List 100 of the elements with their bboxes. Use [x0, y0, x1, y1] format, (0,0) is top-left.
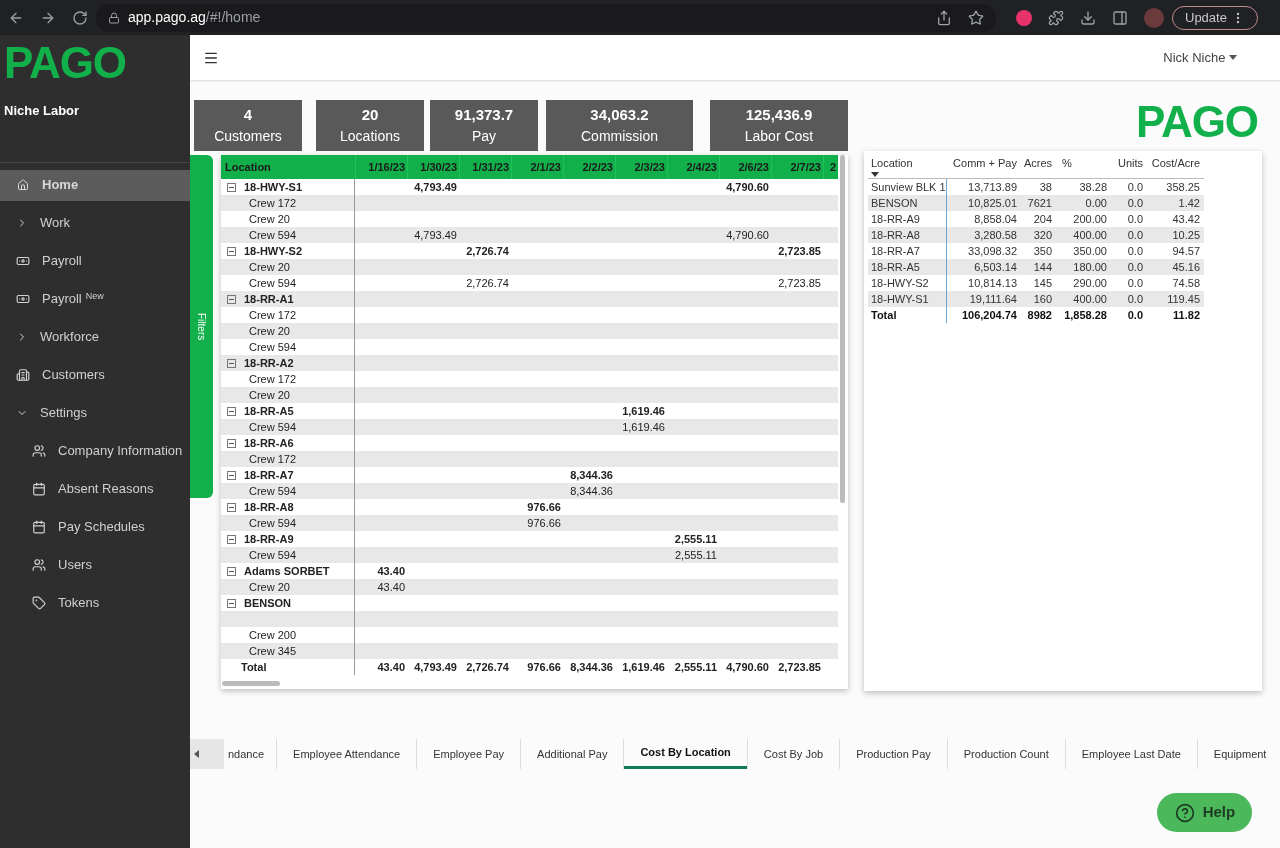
reload-icon[interactable]: [72, 9, 88, 26]
sidebar-item[interactable]: Payroll: [0, 245, 190, 277]
column-header[interactable]: 1/30/23: [420, 158, 457, 176]
report-tab[interactable]: Employee Attendance: [277, 739, 417, 769]
column-header[interactable]: Comm + Pay: [953, 157, 1017, 169]
table-cell: 1,858.28: [1064, 308, 1107, 321]
table-cell: 74.58: [1172, 276, 1200, 289]
sidebar-item[interactable]: Company Information: [0, 435, 190, 467]
collapse-icon[interactable]: [227, 566, 236, 576]
sidebar-item[interactable]: Workforce: [0, 321, 190, 353]
download-icon[interactable]: [1080, 9, 1096, 26]
sidebar-item[interactable]: Pay Schedules: [0, 511, 190, 543]
column-header[interactable]: %: [1062, 157, 1072, 169]
scrollbar[interactable]: [840, 155, 845, 503]
address-bar[interactable]: app.pago.ag/#!/home: [96, 3, 996, 32]
row-label: 18-RR-A1: [244, 291, 294, 307]
table-cell-text: 18-RR-A7: [871, 243, 920, 259]
column-header[interactable]: Location: [221, 158, 355, 176]
report-tab[interactable]: Employee Last Date: [1065, 739, 1197, 769]
report-tab[interactable]: ndance: [212, 739, 277, 769]
table-cell: 1,619.46: [622, 404, 665, 417]
sidebar-item[interactable]: Absent Reasons: [0, 473, 190, 505]
table-cell: 1.42: [1178, 196, 1200, 209]
row-label: 18-RR-A2: [244, 355, 294, 371]
scrollbar[interactable]: [222, 681, 280, 686]
column-header[interactable]: Cost/Acre: [1151, 157, 1200, 169]
column-header[interactable]: 2: [830, 158, 837, 176]
side-panel-icon[interactable]: [1112, 9, 1128, 26]
column-header[interactable]: 1/16/23: [368, 158, 405, 176]
table-cell-text: Total: [871, 307, 897, 323]
table-cell: 400.00: [1073, 228, 1107, 241]
help-icon: [1174, 802, 1195, 823]
collapse-icon[interactable]: [227, 438, 236, 448]
column-header[interactable]: 2/4/23: [686, 158, 717, 176]
column-header[interactable]: 1/31/23: [472, 158, 509, 176]
collapse-icon[interactable]: [227, 182, 236, 192]
report-tab[interactable]: Production Count: [947, 739, 1065, 769]
table-cell: 2,723.85: [778, 276, 821, 289]
sidebar-item[interactable]: Payroll $^{New}$: [0, 283, 190, 315]
column-header[interactable]: 2/2/23: [582, 158, 613, 176]
sidebar-item[interactable]: Work: [0, 207, 190, 239]
table-cell: 43.40: [377, 580, 405, 593]
sort-icon: [871, 171, 879, 177]
sidebar-item[interactable]: Settings: [0, 397, 190, 429]
sidebar-item[interactable]: Home: [0, 169, 190, 201]
column-header[interactable]: Units: [1117, 157, 1143, 169]
user-menu[interactable]: Nick Niche: [1163, 47, 1238, 68]
row-label: Crew 20: [249, 211, 290, 227]
sidebar-item[interactable]: Customers: [0, 359, 190, 391]
report-tab[interactable]: Additional Pay: [521, 739, 624, 769]
extension-icon[interactable]: [1016, 9, 1032, 26]
table-cell: 94.57: [1172, 244, 1200, 257]
collapse-icon[interactable]: [227, 246, 236, 256]
table-cell: 0.0: [1127, 308, 1143, 321]
column-header[interactable]: 2/7/23: [790, 158, 821, 176]
column-header[interactable]: Location: [871, 155, 947, 172]
collapse-icon[interactable]: [227, 598, 236, 608]
collapse-icon[interactable]: [227, 294, 236, 304]
table-cell: 1,619.46: [622, 660, 665, 673]
bookmark-star-icon[interactable]: [968, 9, 984, 26]
row-label: Crew 594: [249, 483, 297, 499]
row-label: Crew 594: [249, 515, 297, 531]
sidebar-item[interactable]: Users: [0, 549, 190, 581]
building-icon: [16, 368, 30, 382]
collapse-icon[interactable]: [227, 534, 236, 544]
column-header[interactable]: 2/6/23: [738, 158, 769, 176]
column-header[interactable]: 2/1/23: [530, 158, 561, 176]
table-cell: 4,790.60: [726, 660, 769, 673]
column-header[interactable]: Acres: [1023, 157, 1052, 169]
table-cell: 8,858.04: [974, 212, 1017, 225]
share-icon[interactable]: [936, 9, 952, 26]
table-cell: 0.0: [1127, 196, 1143, 209]
report-tab[interactable]: Employee Pay: [417, 739, 521, 769]
row-label: Total: [241, 659, 267, 675]
table-cell: 38.28: [1079, 180, 1107, 193]
row-label: 18-RR-A6: [244, 435, 294, 451]
collapse-icon[interactable]: [227, 358, 236, 368]
table-cell: 145: [1033, 276, 1052, 289]
collapse-icon[interactable]: [227, 406, 236, 416]
banknote-icon: [16, 292, 30, 306]
report-tab[interactable]: Production Pay: [840, 739, 947, 769]
column-header[interactable]: 2/3/23: [634, 158, 665, 176]
puzzle-icon[interactable]: [1048, 9, 1064, 26]
report-tab[interactable]: Cost By Location: [624, 739, 747, 769]
collapse-icon[interactable]: [227, 502, 236, 512]
banknote-icon: [16, 254, 30, 268]
kpi-value: 4: [243, 105, 253, 125]
help-button[interactable]: Help: [1157, 793, 1253, 832]
report-tab[interactable]: Cost By Job: [747, 739, 840, 769]
table-cell: 0.00: [1085, 196, 1107, 209]
kpi-value: 125,436.9: [745, 105, 813, 125]
collapse-icon[interactable]: [227, 470, 236, 480]
row-label: Adams SORBET: [244, 563, 330, 579]
row-label: Crew 594: [249, 419, 297, 435]
caret-icon: [1229, 55, 1238, 60]
row-label: Crew 172: [249, 307, 297, 323]
sidebar-item[interactable]: Tokens: [0, 587, 190, 619]
row-label: 18-HWY-S2: [244, 243, 303, 259]
report-tab[interactable]: Equipment: [1197, 739, 1280, 769]
users-icon: [32, 444, 46, 458]
